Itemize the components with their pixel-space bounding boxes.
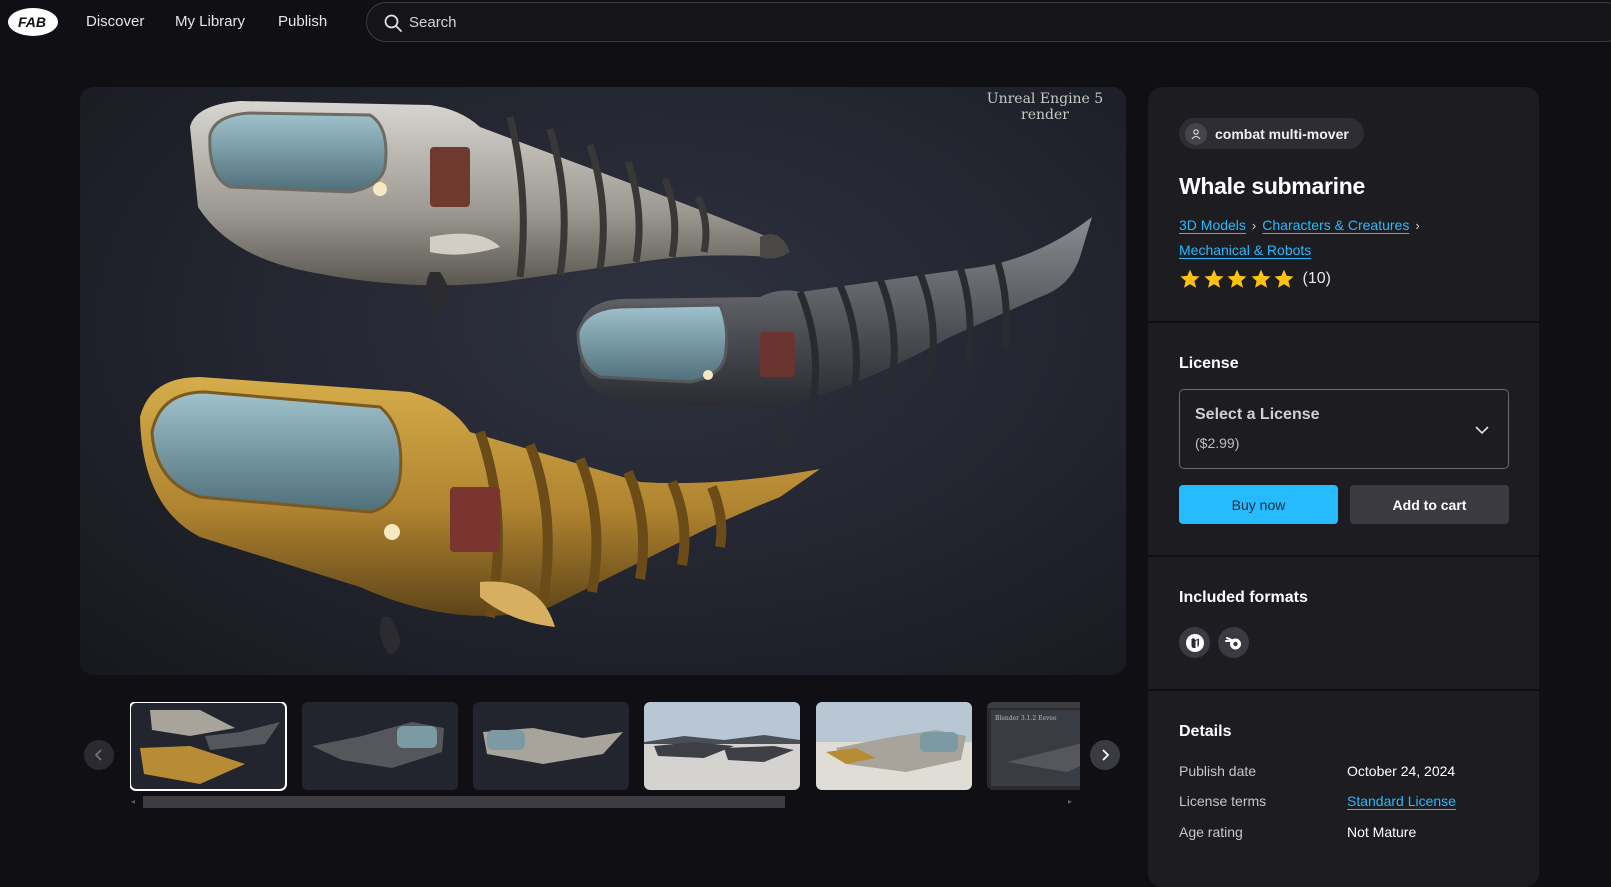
license-heading: License [1179,355,1239,372]
seller-chip[interactable]: combat multi-mover [1179,118,1364,149]
star-icon [1227,269,1247,288]
scroll-left-arrow-icon[interactable]: ◂ [131,797,135,806]
scroll-right-arrow-icon[interactable]: ▸ [1068,797,1072,806]
license-price: ($2.99) [1195,435,1240,451]
license-select[interactable]: Select a License ($2.99) [1179,389,1509,469]
product-render-image [140,101,1092,655]
search-input[interactable] [409,3,1209,41]
rating-count: (10) [1302,270,1331,287]
license-select-label: Select a License [1195,406,1320,423]
detail-publish-date-value: October 24, 2024 [1347,763,1456,779]
blender-glyph [1224,636,1241,649]
chevron-left-icon [94,749,102,761]
add-to-cart-button[interactable]: Add to cart [1350,485,1509,524]
thumbnail-1-image [130,702,286,790]
thumbnail-2-image [302,702,458,790]
seller-name: combat multi-mover [1215,125,1349,142]
blender-icon[interactable] [1218,627,1249,658]
breadcrumb-mechanical-robots[interactable]: Mechanical & Robots [1179,242,1311,258]
chevron-down-icon [1475,426,1489,435]
chevron-right-icon: › [1251,218,1257,233]
top-navigation: FAB Discover My Library Publish [0,0,1611,44]
nav-publish[interactable]: Publish [278,13,327,30]
thumbnails-prev-button[interactable] [84,740,114,770]
unreal-engine-icon[interactable] [1179,627,1210,658]
details-heading: Details [1179,723,1232,740]
thumbnails-next-button[interactable] [1090,740,1120,770]
section-divider [1148,689,1539,691]
whale-silver [190,101,790,312]
search-icon [384,14,402,32]
formats-heading: Included formats [1179,589,1308,606]
unreal-engine-glyph [1185,633,1204,652]
fab-logo[interactable]: FAB [6,6,58,38]
detail-age-rating-label: Age rating [1179,824,1243,840]
star-icon [1180,269,1200,288]
thumbnail-3[interactable] [473,702,629,790]
thumbnail-scrollbar-thumb[interactable] [143,796,785,808]
detail-publish-date-label: Publish date [1179,763,1257,779]
breadcrumb-characters-creatures[interactable]: Characters & Creatures [1262,217,1409,233]
breadcrumb: 3D Models › Characters & Creatures › Mechani… [1179,213,1509,262]
thumbnail-strip: Blender 3.1.2 Eevee [130,702,1080,792]
nav-my-library[interactable]: My Library [175,13,245,30]
product-title: Whale submarine [1179,173,1365,199]
search-bar[interactable] [366,2,1611,42]
thumbnail-6[interactable]: Blender 3.1.2 Eevee [987,702,1080,790]
thumbnail-5-image [816,702,972,790]
star-icon [1250,269,1271,288]
detail-license-terms-value: Standard License [1347,793,1456,809]
thumbnail-2[interactable] [302,702,458,790]
standard-license-link[interactable]: Standard License [1347,793,1456,809]
chevron-right-icon [1102,749,1110,761]
thumbnail-5[interactable] [816,702,972,790]
product-panel: combat multi-mover Whale submarine 3D Mo… [1148,87,1539,887]
breadcrumb-3d-models[interactable]: 3D Models [1179,217,1246,233]
star-icon [1274,269,1294,288]
thumbnail-6-image: Blender 3.1.2 Eevee [987,702,1080,790]
chevron-right-icon: › [1415,218,1420,233]
thumbnail-4[interactable] [644,702,800,790]
svg-text:FAB: FAB [18,14,46,30]
buy-now-button[interactable]: Buy now [1179,485,1338,524]
nav-discover[interactable]: Discover [86,13,144,30]
detail-age-rating-value: Not Mature [1347,824,1417,840]
thumbnail-4-image [644,702,800,790]
thumbnail-3-image [473,702,629,790]
section-divider [1148,555,1539,557]
user-avatar-icon [1185,122,1207,145]
render-watermark: Unreal Engine 5 render [986,91,1104,123]
detail-license-terms-label: License terms [1179,793,1267,809]
whale-gold [140,377,820,655]
thumbnail-6-caption: Blender 3.1.2 Eevee [995,715,1057,722]
media-viewer[interactable]: Unreal Engine 5 render [80,87,1126,675]
section-divider [1148,321,1539,323]
star-icon [1203,269,1224,288]
thumbnail-1[interactable] [130,702,287,791]
rating[interactable]: (10) [1179,268,1331,290]
